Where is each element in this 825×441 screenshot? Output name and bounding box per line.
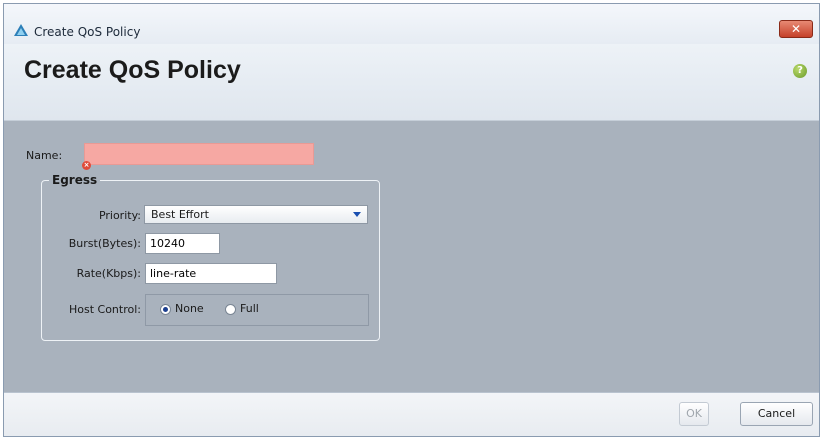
dialog-footer: OK Cancel (4, 392, 819, 436)
close-icon: ✕ (790, 22, 802, 36)
host-control-none-radio[interactable] (160, 304, 171, 315)
create-qos-policy-dialog: Create QoS Policy ✕ Create QoS Policy ? … (3, 3, 820, 437)
host-control-full-radio[interactable] (225, 304, 236, 315)
rate-input[interactable] (145, 263, 277, 284)
error-icon: × (82, 161, 91, 170)
priority-selected-value: Best Effort (151, 208, 209, 221)
host-control-none-label[interactable]: None (175, 302, 204, 315)
host-control-radio-group: None Full (145, 294, 369, 326)
cisco-triangle-icon (14, 24, 28, 36)
close-button[interactable]: ✕ (779, 20, 813, 38)
rate-label: Rate(Kbps): (76, 267, 141, 280)
egress-legend: Egress (49, 173, 101, 187)
dialog-header: Create QoS Policy ? (4, 44, 819, 121)
ok-button[interactable]: OK (679, 402, 709, 426)
window-title: Create QoS Policy (34, 25, 141, 39)
name-input[interactable] (84, 143, 314, 165)
page-title: Create QoS Policy (24, 56, 241, 84)
form-area: Name: × Egress Priority: Best Effort Bur… (4, 121, 819, 391)
burst-input[interactable] (145, 233, 220, 254)
chevron-down-icon[interactable] (353, 212, 361, 217)
burst-label: Burst(Bytes): (68, 237, 141, 250)
title-bar: Create QoS Policy ✕ (4, 4, 819, 44)
help-icon[interactable]: ? (793, 64, 807, 78)
priority-select[interactable]: Best Effort (144, 205, 368, 224)
host-control-full-label[interactable]: Full (240, 302, 259, 315)
cancel-button[interactable]: Cancel (740, 402, 813, 426)
host-control-label: Host Control: (68, 303, 141, 316)
priority-label: Priority: (98, 209, 141, 222)
name-label: Name: (26, 149, 63, 162)
